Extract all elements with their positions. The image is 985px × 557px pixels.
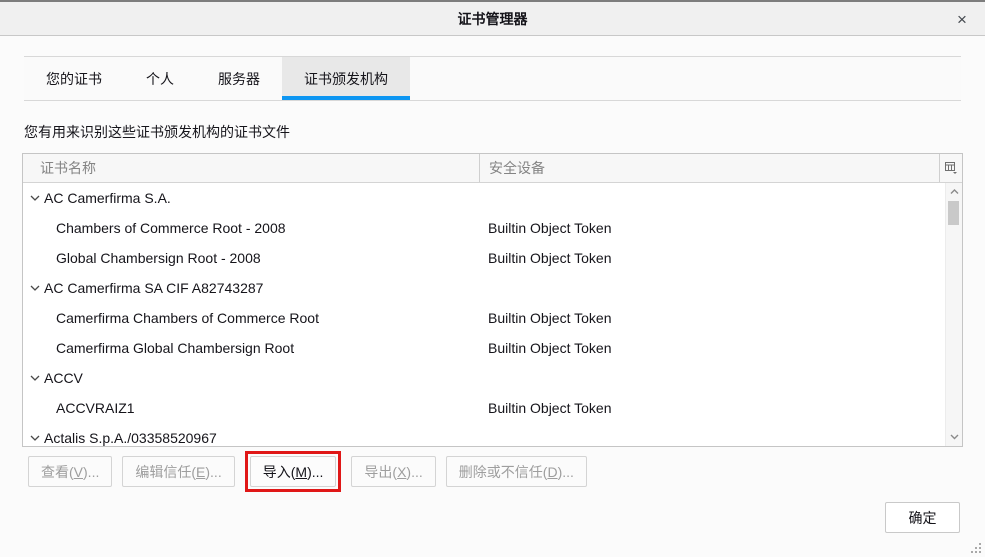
dialog-title: 证书管理器: [458, 9, 528, 29]
certificate-name-cell: Actalis S.p.A./03358520967: [23, 430, 479, 446]
table-row[interactable]: Chambers of Commerce Root - 2008 Builtin…: [23, 213, 945, 243]
certificate-name-cell: AC Camerfirma S.A.: [23, 190, 479, 206]
certificate-name-cell: Chambers of Commerce Root - 2008: [23, 220, 479, 236]
tab-servers[interactable]: 服务器: [196, 57, 282, 100]
certificate-name-cell: ACCVRAIZ1: [23, 400, 479, 416]
chevron-down-icon[interactable]: [30, 195, 40, 201]
table-row[interactable]: Actalis S.p.A./03358520967: [23, 423, 945, 446]
delete-access-key: D: [547, 464, 557, 480]
import-button-suffix: )...: [307, 464, 323, 480]
security-device-cell: Builtin Object Token: [479, 400, 945, 416]
action-button-row: 查看(V)... 编辑信任(E)... 导入(M)... 导出(X)... 删除…: [28, 451, 587, 492]
delete-button-suffix: )...: [558, 464, 574, 480]
title-bar: 证书管理器 ×: [0, 0, 985, 36]
view-button-label: 查看(: [41, 464, 74, 480]
chevron-down-icon[interactable]: [30, 435, 40, 441]
resize-grip[interactable]: [970, 542, 982, 554]
column-picker-icon: [945, 162, 958, 174]
tab-authorities[interactable]: 证书颁发机构: [282, 57, 410, 100]
tab-people[interactable]: 个人: [124, 57, 196, 100]
table-body: AC Camerfirma S.A. Chambers of Commerce …: [23, 183, 945, 446]
certificate-name: ACCVRAIZ1: [56, 400, 135, 416]
security-device-cell: Builtin Object Token: [479, 310, 945, 326]
certificate-table: 证书名称 安全设备 AC Camerfirma S.A.: [22, 153, 963, 447]
certificate-manager-dialog: { "window": { "title": "证书管理器", "close_i…: [0, 0, 985, 557]
tab-label: 您的证书: [46, 69, 102, 89]
ok-button[interactable]: 确定: [885, 502, 960, 533]
edit-trust-button[interactable]: 编辑信任(E)...: [122, 456, 234, 487]
import-button[interactable]: 导入(M)...: [250, 456, 337, 487]
view-access-key: V: [74, 464, 83, 480]
security-device-cell: Builtin Object Token: [479, 220, 945, 236]
column-header-certificate-name[interactable]: 证书名称: [23, 158, 479, 178]
import-access-key: M: [295, 464, 307, 480]
export-button-label: 导出(: [364, 464, 397, 480]
export-button-suffix: )...: [406, 464, 422, 480]
tab-your-certificates[interactable]: 您的证书: [24, 57, 124, 100]
description-text: 您有用来识别这些证书颁发机构的证书文件: [24, 122, 290, 142]
table-header: 证书名称 安全设备: [23, 154, 962, 183]
column-header-security-device[interactable]: 安全设备: [479, 154, 939, 182]
export-button[interactable]: 导出(X)...: [351, 456, 435, 487]
certificate-name: Camerfirma Chambers of Commerce Root: [56, 310, 319, 326]
tab-label: 证书颁发机构: [304, 69, 388, 89]
edit-trust-button-label: 编辑信任(: [135, 464, 196, 480]
certificate-name-cell: Global Chambersign Root - 2008: [23, 250, 479, 266]
close-icon: ×: [957, 10, 967, 30]
certificate-name-cell: AC Camerfirma SA CIF A82743287: [23, 280, 479, 296]
scrollbar-thumb[interactable]: [948, 201, 959, 225]
table-row[interactable]: ACCVRAIZ1 Builtin Object Token: [23, 393, 945, 423]
certificate-name: AC Camerfirma SA CIF A82743287: [44, 280, 263, 296]
table-row[interactable]: Global Chambersign Root - 2008 Builtin O…: [23, 243, 945, 273]
vertical-scrollbar[interactable]: [945, 183, 962, 446]
import-highlight-annotation: 导入(M)...: [245, 451, 342, 492]
certificate-name: Camerfirma Global Chambersign Root: [56, 340, 294, 356]
edit-trust-button-suffix: )...: [205, 464, 221, 480]
security-device-cell: Builtin Object Token: [479, 340, 945, 356]
edit-trust-access-key: E: [196, 464, 205, 480]
certificate-name-cell: ACCV: [23, 370, 479, 386]
table-row[interactable]: ACCV: [23, 363, 945, 393]
certificate-name-cell: Camerfirma Global Chambersign Root: [23, 340, 479, 356]
delete-or-distrust-button[interactable]: 删除或不信任(D)...: [446, 456, 587, 487]
table-row[interactable]: AC Camerfirma SA CIF A82743287: [23, 273, 945, 303]
certificate-name-cell: Camerfirma Chambers of Commerce Root: [23, 310, 479, 326]
certificate-name: Actalis S.p.A./03358520967: [44, 430, 217, 446]
close-button[interactable]: ×: [949, 7, 975, 33]
table-row[interactable]: Camerfirma Global Chambersign Root Built…: [23, 333, 945, 363]
tab-label: 服务器: [218, 69, 260, 89]
chevron-up-icon: [950, 189, 959, 195]
certificate-name: AC Camerfirma S.A.: [44, 190, 171, 206]
chevron-down-icon: [950, 434, 959, 440]
chevron-down-icon[interactable]: [30, 285, 40, 291]
certificate-name: ACCV: [44, 370, 83, 386]
import-button-label: 导入(: [263, 464, 296, 480]
view-button-suffix: )...: [83, 464, 99, 480]
column-picker-button[interactable]: [939, 154, 962, 182]
view-button[interactable]: 查看(V)...: [28, 456, 112, 487]
scroll-up-button[interactable]: [946, 185, 962, 199]
security-device-cell: Builtin Object Token: [479, 250, 945, 266]
tab-strip: 您的证书 个人 服务器 证书颁发机构: [24, 56, 961, 101]
table-row[interactable]: Camerfirma Chambers of Commerce Root Bui…: [23, 303, 945, 333]
table-row[interactable]: AC Camerfirma S.A.: [23, 183, 945, 213]
chevron-down-icon[interactable]: [30, 375, 40, 381]
certificate-name: Global Chambersign Root - 2008: [56, 250, 261, 266]
delete-button-label: 删除或不信任(: [459, 464, 548, 480]
certificate-name: Chambers of Commerce Root - 2008: [56, 220, 286, 236]
scroll-down-button[interactable]: [946, 430, 962, 444]
tab-label: 个人: [146, 69, 174, 89]
